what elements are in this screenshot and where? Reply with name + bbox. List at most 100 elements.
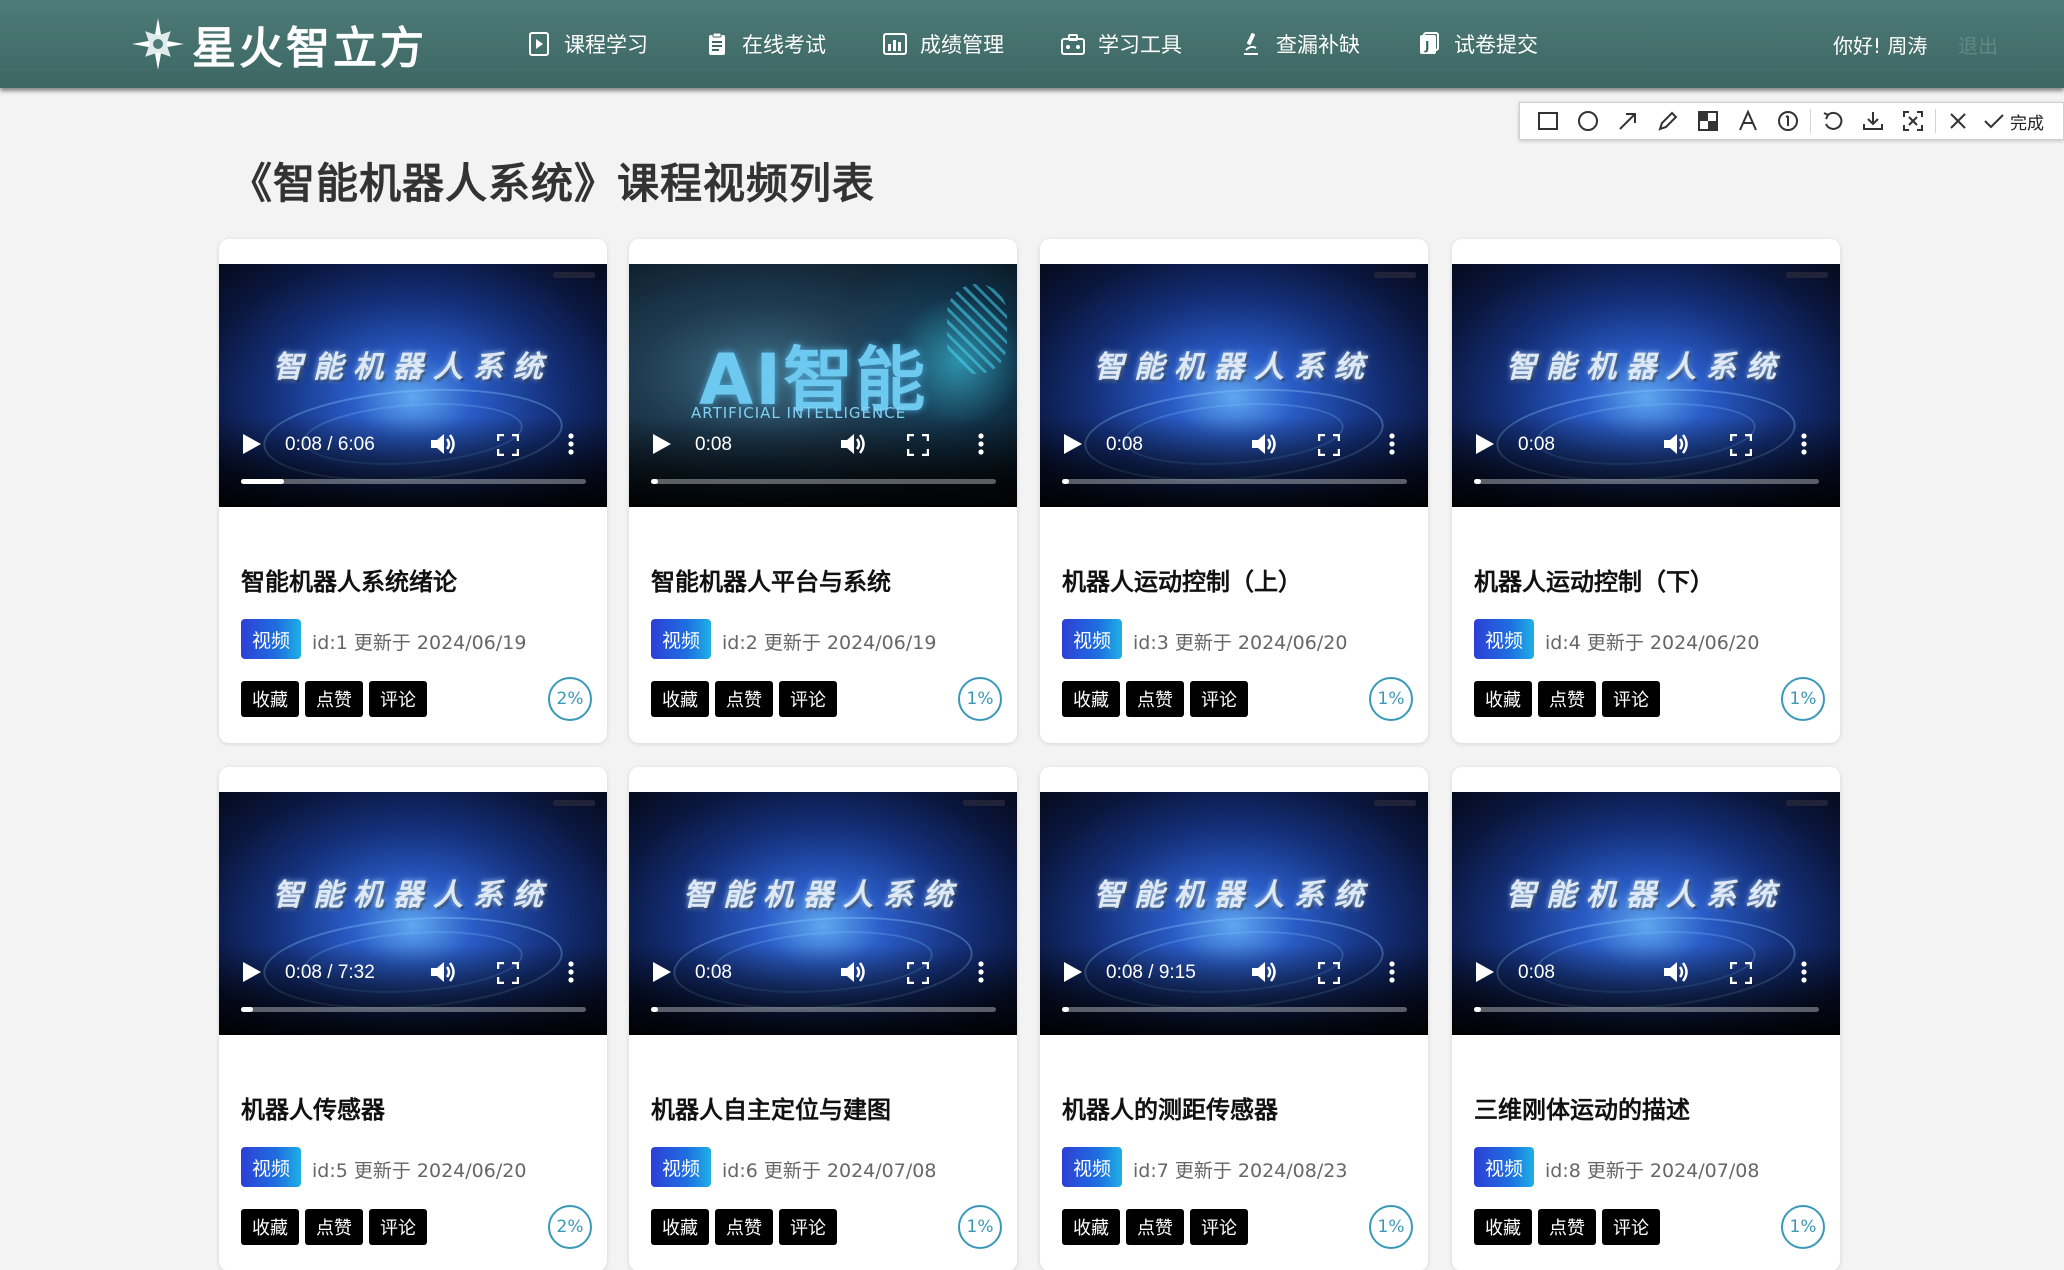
more-options-icon[interactable] (1388, 960, 1396, 984)
video-progress-track[interactable] (1474, 1007, 1819, 1012)
play-icon[interactable] (653, 962, 671, 982)
arrow-tool-button[interactable] (1608, 103, 1648, 139)
favorite-button[interactable]: 收藏 (1474, 681, 1532, 717)
video-player[interactable]: 智能机器人系统 0:08 (1040, 264, 1428, 507)
play-icon[interactable] (1476, 434, 1494, 454)
play-icon[interactable] (243, 434, 261, 454)
favorite-button[interactable]: 收藏 (1062, 1209, 1120, 1245)
more-options-icon[interactable] (1800, 432, 1808, 456)
video-title: 机器人的测距传感器 (1062, 1096, 1278, 1124)
fullscreen-icon[interactable] (1730, 962, 1752, 984)
play-icon[interactable] (243, 962, 261, 982)
like-button[interactable]: 点赞 (715, 681, 773, 717)
video-player[interactable]: 智能机器人系统 0:08 (1452, 792, 1840, 1035)
circle-tool-button[interactable] (1568, 103, 1608, 139)
video-player[interactable]: AI智能 ARTIFICIAL INTELLIGENCE 0:08 (629, 264, 1017, 507)
close-icon (1950, 113, 1966, 129)
video-controls-shade (219, 945, 607, 1035)
comment-button[interactable]: 评论 (369, 1209, 427, 1245)
comment-button[interactable]: 评论 (1602, 681, 1660, 717)
more-options-icon[interactable] (977, 960, 985, 984)
pencil-tool-button[interactable] (1648, 103, 1688, 139)
like-button[interactable]: 点赞 (305, 1209, 363, 1245)
favorite-button[interactable]: 收藏 (1062, 681, 1120, 717)
video-player[interactable]: 智能机器人系统 0:08 / 9:15 (1040, 792, 1428, 1035)
nav-submit-paper[interactable]: J 试卷提交 (1416, 0, 1538, 88)
nav-fill-gaps[interactable]: 查漏补缺 (1238, 0, 1360, 88)
pin-button[interactable] (1893, 103, 1933, 139)
nav-online-exam[interactable]: 在线考试 (704, 0, 826, 88)
video-time: 0:08 (695, 962, 732, 983)
comment-button[interactable]: 评论 (1602, 1209, 1660, 1245)
volume-icon[interactable] (1664, 960, 1690, 984)
video-controls-shade (1452, 417, 1840, 507)
volume-icon[interactable] (1252, 960, 1278, 984)
video-player[interactable]: 智能机器人系统 0:08 / 7:32 (219, 792, 607, 1035)
fullscreen-icon[interactable] (497, 962, 519, 984)
nav-study-tools[interactable]: 学习工具 (1060, 0, 1182, 88)
volume-icon[interactable] (431, 432, 457, 456)
done-button[interactable]: 完成 (1982, 109, 2044, 134)
like-button[interactable]: 点赞 (1126, 1209, 1184, 1245)
fullscreen-icon[interactable] (907, 434, 929, 456)
play-icon[interactable] (1064, 962, 1082, 982)
favorite-button[interactable]: 收藏 (241, 1209, 299, 1245)
number-tool-button[interactable] (1768, 103, 1808, 139)
video-progress-track[interactable] (1062, 479, 1407, 484)
video-player[interactable]: 智能机器人系统 0:08 / 6:06 (219, 264, 607, 507)
play-icon[interactable] (1064, 434, 1082, 454)
volume-icon[interactable] (1664, 432, 1690, 456)
undo-button[interactable] (1813, 103, 1853, 139)
more-options-icon[interactable] (1388, 432, 1396, 456)
nav-grade-management[interactable]: 成绩管理 (882, 0, 1004, 88)
cancel-button[interactable] (1938, 103, 1978, 139)
video-progress-track[interactable] (241, 1007, 586, 1012)
like-button[interactable]: 点赞 (1538, 681, 1596, 717)
more-options-icon[interactable] (567, 960, 575, 984)
like-button[interactable]: 点赞 (305, 681, 363, 717)
favorite-button[interactable]: 收藏 (651, 681, 709, 717)
favorite-button[interactable]: 收藏 (651, 1209, 709, 1245)
fullscreen-icon[interactable] (907, 962, 929, 984)
video-card: 智能机器人系统 0:08 机器人自主定位与建图 视频 id:6 更新于 2024… (629, 767, 1017, 1270)
comment-button[interactable]: 评论 (1190, 1209, 1248, 1245)
play-icon[interactable] (653, 434, 671, 454)
more-options-icon[interactable] (977, 432, 985, 456)
rectangle-tool-button[interactable] (1528, 103, 1568, 139)
video-progress-track[interactable] (651, 1007, 996, 1012)
like-button[interactable]: 点赞 (1538, 1209, 1596, 1245)
fullscreen-icon[interactable] (1318, 962, 1340, 984)
video-progress-track[interactable] (1474, 479, 1819, 484)
fullscreen-icon[interactable] (1730, 434, 1752, 456)
comment-button[interactable]: 评论 (1190, 681, 1248, 717)
video-progress-fill (1474, 479, 1481, 484)
video-progress-track[interactable] (651, 479, 996, 484)
volume-icon[interactable] (841, 960, 867, 984)
site-logo[interactable]: 星火智立方 (132, 14, 427, 74)
comment-button[interactable]: 评论 (779, 681, 837, 717)
play-icon[interactable] (1476, 962, 1494, 982)
video-progress-track[interactable] (1062, 1007, 1407, 1012)
fullscreen-icon[interactable] (497, 434, 519, 456)
mosaic-tool-button[interactable] (1688, 103, 1728, 139)
volume-icon[interactable] (841, 432, 867, 456)
video-progress-track[interactable] (241, 479, 586, 484)
comment-button[interactable]: 评论 (779, 1209, 837, 1245)
more-options-icon[interactable] (1800, 960, 1808, 984)
nav-course-study[interactable]: 课程学习 (526, 0, 648, 88)
like-button[interactable]: 点赞 (1126, 681, 1184, 717)
favorite-button[interactable]: 收藏 (1474, 1209, 1532, 1245)
video-player[interactable]: 智能机器人系统 0:08 (629, 792, 1017, 1035)
volume-icon[interactable] (1252, 432, 1278, 456)
download-button[interactable] (1853, 103, 1893, 139)
more-options-icon[interactable] (567, 432, 575, 456)
text-tool-button[interactable] (1728, 103, 1768, 139)
video-player[interactable]: 智能机器人系统 0:08 (1452, 264, 1840, 507)
card-actions: 收藏 点赞 评论 (651, 681, 843, 717)
logout-link[interactable]: 退出 (1958, 30, 1998, 59)
comment-button[interactable]: 评论 (369, 681, 427, 717)
fullscreen-icon[interactable] (1318, 434, 1340, 456)
volume-icon[interactable] (431, 960, 457, 984)
like-button[interactable]: 点赞 (715, 1209, 773, 1245)
favorite-button[interactable]: 收藏 (241, 681, 299, 717)
